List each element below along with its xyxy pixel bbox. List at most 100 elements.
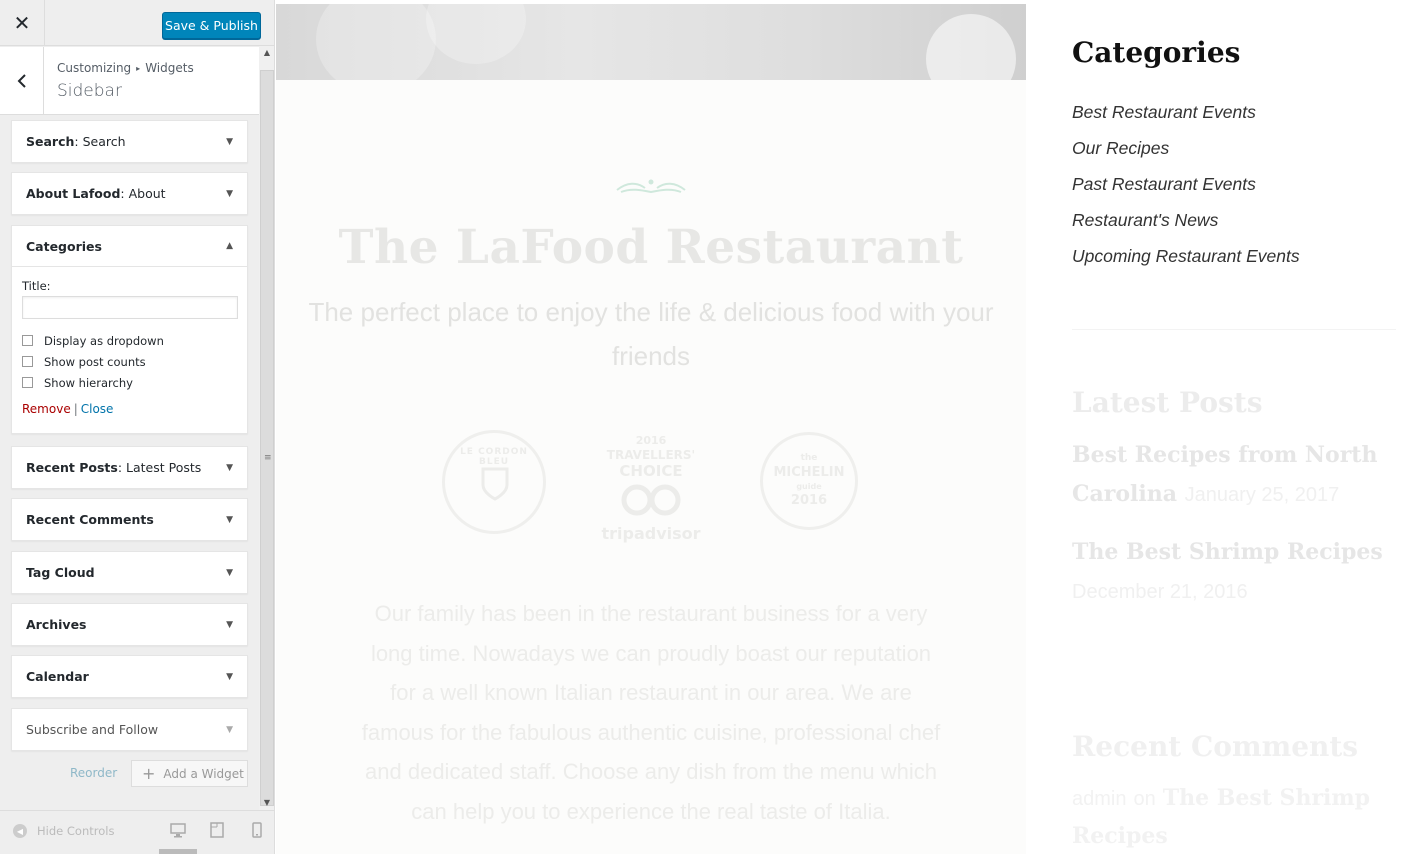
- caret-down-icon[interactable]: ▼: [226, 189, 233, 199]
- close-link[interactable]: Close: [81, 402, 114, 416]
- widget-search[interactable]: Search: Search ▼: [11, 120, 248, 163]
- post-date: December 21, 2016: [1072, 581, 1248, 603]
- widget-header[interactable]: Subscribe and Follow ▼: [12, 709, 247, 750]
- widget-header[interactable]: About Lafood: About ▼: [12, 173, 247, 214]
- remove-link[interactable]: Remove: [22, 402, 71, 416]
- title-input[interactable]: [22, 296, 238, 319]
- caret-down-icon[interactable]: ▼: [226, 620, 233, 630]
- active-device-indicator: [159, 849, 197, 854]
- widget-header[interactable]: Archives ▼: [12, 604, 247, 645]
- crest-icon: [481, 467, 509, 501]
- scrollbar[interactable]: ▲ ≡ ▼: [259, 46, 274, 810]
- caret-down-icon[interactable]: ▼: [226, 463, 233, 473]
- widget-header[interactable]: Search: Search ▼: [12, 121, 247, 162]
- widget-subscribe-follow[interactable]: Subscribe and Follow ▼: [11, 708, 248, 751]
- caret-down-icon[interactable]: ▼: [226, 672, 233, 682]
- tripadvisor-year: 2016: [635, 434, 667, 447]
- close-customizer-button[interactable]: ✕: [0, 0, 45, 46]
- grip-icon: ≡: [264, 453, 272, 463]
- breadcrumb-separator-icon: ▸: [136, 64, 141, 73]
- scroll-down-icon[interactable]: ▼: [259, 796, 274, 810]
- cordon-bleu-text: LE CORDON BLEU: [460, 447, 528, 467]
- widget-archives[interactable]: Archives ▼: [11, 603, 248, 646]
- caret-down-icon[interactable]: ▼: [226, 568, 233, 578]
- add-widget-label: Add a Widget: [163, 766, 244, 781]
- plus-icon: +: [142, 764, 156, 783]
- preview-sidebar: Categories Best Restaurant Events Our Re…: [1048, 0, 1419, 854]
- widget-calendar[interactable]: Calendar ▼: [11, 655, 248, 698]
- breadcrumb-current: Widgets: [145, 61, 194, 75]
- hierarchy-checkbox[interactable]: [22, 377, 33, 388]
- caret-down-icon[interactable]: ▼: [226, 725, 233, 735]
- caret-down-icon[interactable]: ▼: [226, 137, 233, 147]
- customizer-panel: ✕ Save & Publish Customizing ▸ Widgets Sid…: [0, 0, 275, 854]
- post-title[interactable]: The Best Shrimp Recipes: [1072, 539, 1383, 565]
- widget-about[interactable]: About Lafood: About ▼: [11, 172, 248, 215]
- widget-title: Latest Posts: [126, 460, 202, 475]
- actions-separator: |: [73, 402, 78, 416]
- hierarchy-checkbox-row[interactable]: Show hierarchy: [22, 374, 237, 391]
- scroll-up-icon[interactable]: ▲: [259, 46, 274, 60]
- post-counts-checkbox-row[interactable]: Show post counts: [22, 353, 237, 370]
- latest-post-item[interactable]: The Best Shrimp Recipes December 21, 201…: [1072, 533, 1402, 612]
- widget-header[interactable]: Recent Posts: Latest Posts ▼: [12, 447, 247, 488]
- latest-posts-heading: Latest Posts: [1072, 386, 1263, 419]
- desktop-icon[interactable]: [170, 822, 186, 838]
- post-counts-checkbox[interactable]: [22, 356, 33, 367]
- widget-name: Calendar: [26, 669, 89, 684]
- widget-name: Tag Cloud: [26, 565, 95, 580]
- widget-header[interactable]: Calendar ▼: [12, 656, 247, 697]
- close-icon: ✕: [13, 11, 31, 35]
- hide-controls-label: Hide Controls: [37, 824, 115, 838]
- main-content: The LaFood Restaurant The perfect place …: [276, 80, 1026, 854]
- back-button[interactable]: [0, 47, 44, 115]
- save-publish-button[interactable]: Save & Publish: [162, 12, 261, 39]
- latest-post-item[interactable]: Best Recipes from North Carolina January…: [1072, 436, 1402, 515]
- section-title: Sidebar: [57, 81, 122, 101]
- widget-header[interactable]: Recent Comments ▼: [12, 499, 247, 540]
- hierarchy-checkbox-label: Show hierarchy: [44, 375, 133, 390]
- site-tagline: The perfect place to enjoy the life & de…: [308, 297, 994, 371]
- hide-controls-button[interactable]: ◀ Hide Controls: [13, 824, 114, 838]
- widget-name: Categories: [26, 238, 102, 254]
- category-link[interactable]: Our Recipes: [1072, 130, 1300, 166]
- caret-up-icon[interactable]: ▲: [226, 241, 233, 251]
- widget-recent-posts[interactable]: Recent Posts: Latest Posts ▼: [11, 446, 248, 489]
- site-title: The LaFood Restaurant: [338, 220, 964, 275]
- dropdown-checkbox-row[interactable]: Display as dropdown: [22, 332, 237, 349]
- comment-on: on: [1133, 788, 1156, 810]
- customizer-header: ✕ Save & Publish: [0, 0, 274, 46]
- hero-image: [276, 0, 1026, 104]
- hero-decoration: [426, 0, 526, 64]
- tripadvisor-brand: tripadvisor: [601, 524, 701, 543]
- category-link[interactable]: Restaurant's News: [1072, 202, 1300, 238]
- widget-name: About Lafood: [26, 186, 121, 201]
- widget-categories[interactable]: Categories ▲ Title: Display as dropdown …: [11, 225, 248, 434]
- category-link[interactable]: Best Restaurant Events: [1072, 94, 1300, 130]
- ornament-icon: [616, 179, 686, 194]
- widget-name: Archives: [26, 617, 87, 632]
- tablet-icon[interactable]: [209, 822, 225, 838]
- widget-header[interactable]: Categories ▲: [12, 226, 247, 267]
- category-link[interactable]: Past Restaurant Events: [1072, 166, 1300, 202]
- reorder-link[interactable]: Reorder: [70, 766, 117, 780]
- widget-name: Subscribe and Follow: [26, 722, 159, 737]
- dropdown-checkbox[interactable]: [22, 335, 33, 346]
- category-link[interactable]: Upcoming Restaurant Events: [1072, 238, 1300, 274]
- widget-recent-comments[interactable]: Recent Comments ▼: [11, 498, 248, 541]
- michelin-year: 2016: [790, 493, 828, 508]
- widget-title: Search: [82, 134, 126, 149]
- post-counts-checkbox-label: Show post counts: [44, 354, 146, 369]
- title-label: Title:: [22, 279, 51, 293]
- michelin-badge: the MICHELIN guide 2016: [760, 432, 858, 530]
- mobile-icon[interactable]: [249, 822, 265, 838]
- scrollbar-thumb[interactable]: ≡: [260, 70, 274, 806]
- caret-down-icon[interactable]: ▼: [226, 515, 233, 525]
- about-paragraph: Our family has been in the restaurant bu…: [361, 601, 941, 824]
- customizer-footer: ◀ Hide Controls: [0, 810, 274, 854]
- widget-tag-cloud[interactable]: Tag Cloud ▼: [11, 551, 248, 594]
- widget-header[interactable]: Tag Cloud ▼: [12, 552, 247, 593]
- widget-form: Title: Display as dropdown Show post cou…: [12, 267, 247, 428]
- add-widget-button[interactable]: + Add a Widget: [131, 760, 248, 787]
- comment-author[interactable]: admin: [1072, 788, 1126, 810]
